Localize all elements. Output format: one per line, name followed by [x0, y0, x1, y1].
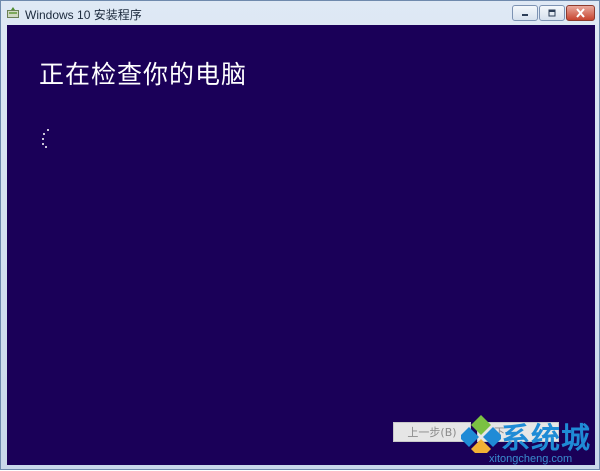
maximize-icon	[548, 9, 556, 16]
watermark-url: xitongcheng.com	[489, 453, 573, 465]
close-button[interactable]	[566, 5, 595, 21]
setup-window: Windows 10 安装程序 正在检查你的电脑 上一步(B) 下 系统城 xi…	[0, 0, 600, 470]
setup-content-area: 正在检查你的电脑 上一步(B) 下	[7, 25, 595, 465]
page-title: 正在检查你的电脑	[39, 60, 248, 89]
close-icon	[576, 8, 585, 18]
watermark-brand: 系统城	[501, 421, 592, 455]
diamond-logo-icon	[461, 415, 501, 453]
loading-spinner-icon	[37, 129, 53, 151]
maximize-button[interactable]	[539, 5, 565, 21]
window-title: Windows 10 安装程序	[25, 8, 142, 22]
setup-icon	[7, 7, 19, 18]
minimize-icon	[522, 14, 528, 16]
minimize-button[interactable]	[512, 5, 538, 21]
back-button[interactable]: 上一步(B)	[393, 422, 471, 442]
title-bar[interactable]: Windows 10 安装程序	[1, 1, 599, 25]
watermark: 系统城 xitongcheng.com	[461, 405, 600, 471]
